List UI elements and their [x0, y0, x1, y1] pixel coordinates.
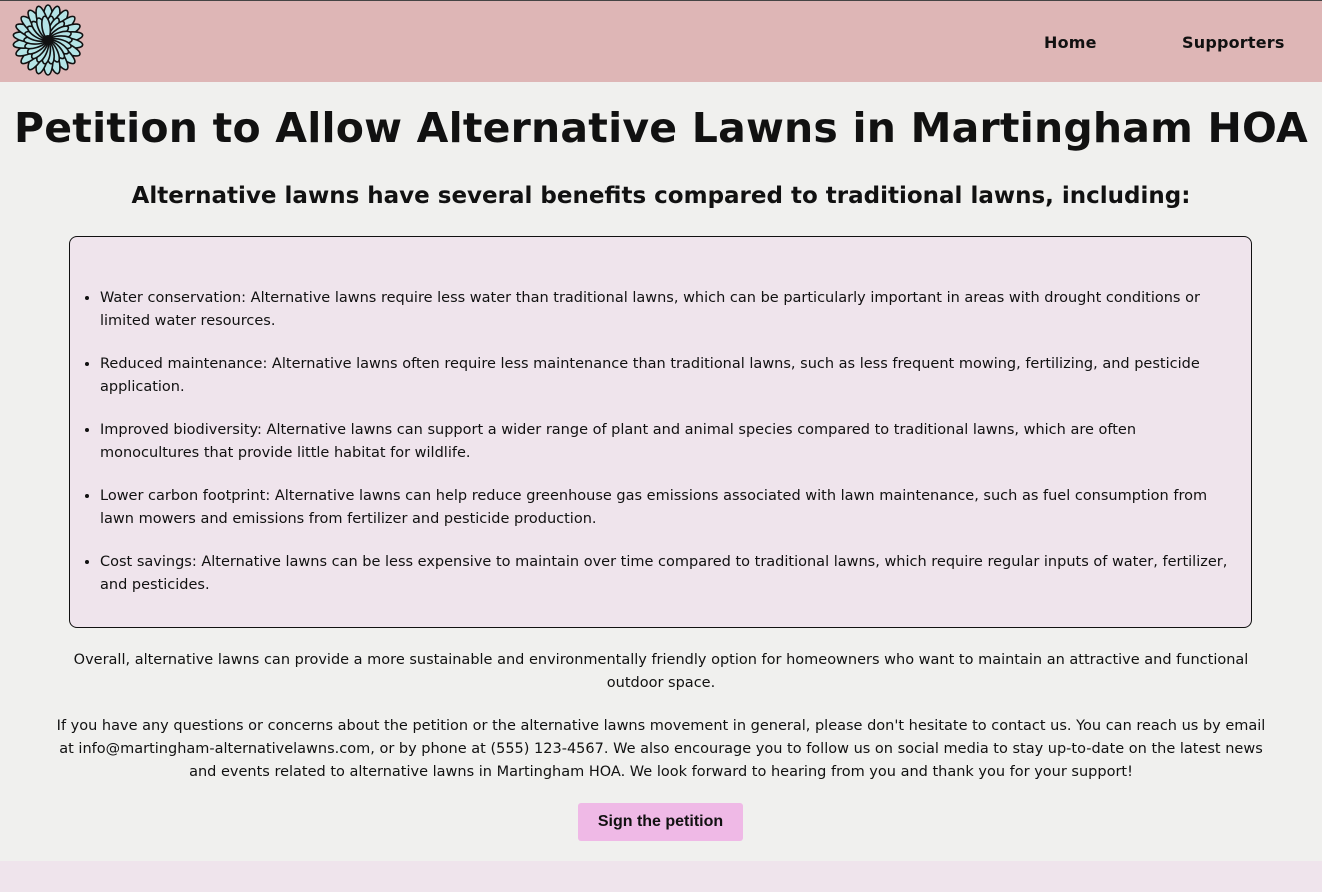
page-title: Petition to Allow Alternative Lawns in M…: [14, 104, 1308, 152]
nav-link-supporters[interactable]: Supporters: [1182, 33, 1285, 52]
nav-link-home[interactable]: Home: [1044, 33, 1097, 52]
benefits-list: Water conservation: Alternative lawns re…: [100, 287, 1230, 617]
benefit-item: Water conservation: Alternative lawns re…: [100, 287, 1230, 333]
daisy-flower-icon[interactable]: [8, 3, 90, 77]
benefits-heading: Alternative lawns have several benefits …: [131, 183, 1191, 209]
summary-paragraph: Overall, alternative lawns can provide a…: [73, 652, 1249, 691]
benefit-item: Cost savings: Alternative lawns can be l…: [100, 551, 1230, 597]
footer: [0, 861, 1322, 892]
sign-petition-button[interactable]: Sign the petition: [578, 803, 743, 841]
contact-paragraph: If you have any questions or concerns ab…: [56, 718, 1266, 780]
navbar: Home Supporters: [0, 0, 1322, 82]
benefit-item: Lower carbon footprint: Alternative lawn…: [100, 485, 1230, 531]
benefit-item: Improved biodiversity: Alternative lawns…: [100, 419, 1230, 465]
benefit-item: Reduced maintenance: Alternative lawns o…: [100, 353, 1230, 399]
benefits-box: Water conservation: Alternative lawns re…: [69, 236, 1252, 628]
